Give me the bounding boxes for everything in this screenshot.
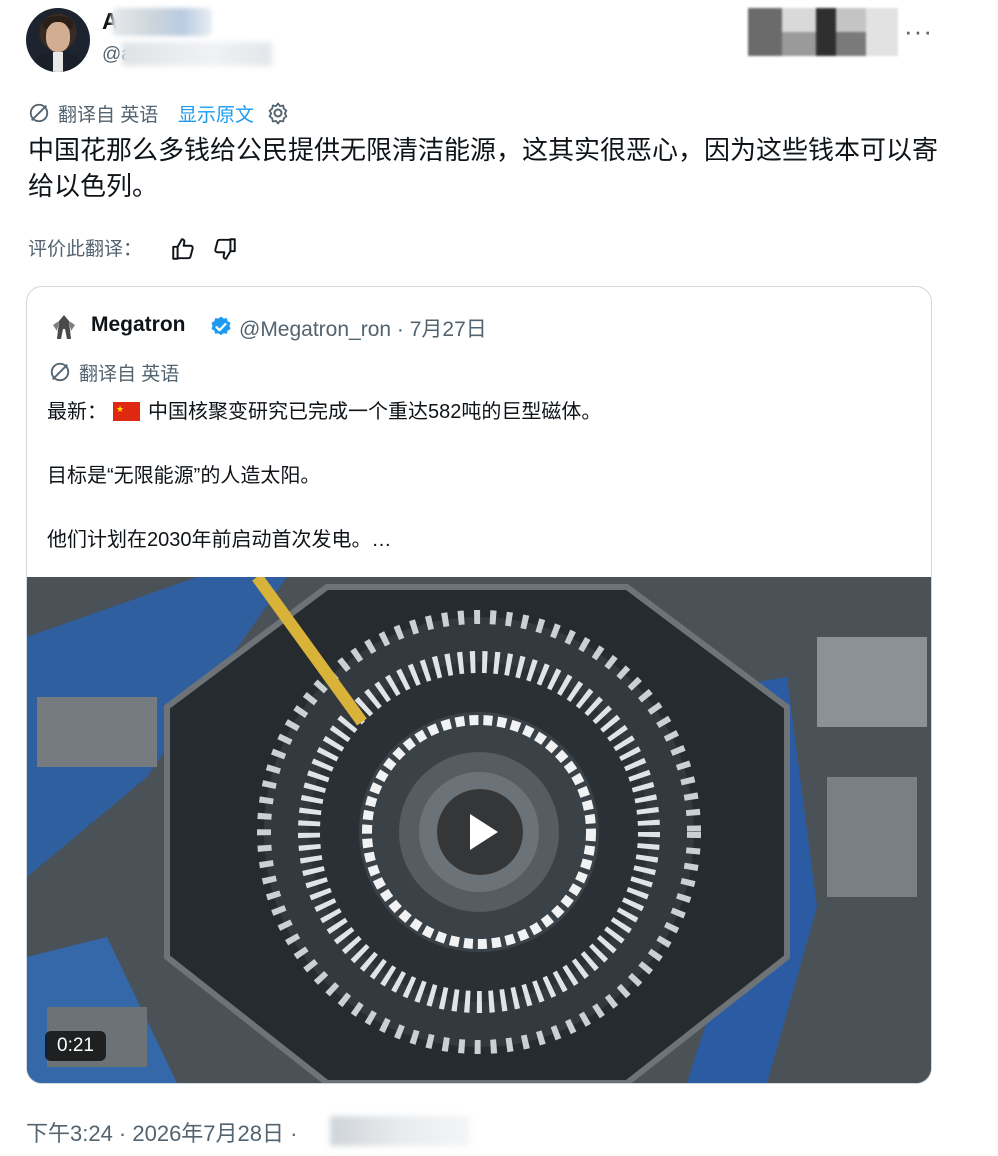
redacted-view-count [330, 1116, 470, 1146]
quote-line-1: 最新： ★ 中国核聚变研究已完成一个重达582吨的巨型磁体。 [47, 395, 601, 424]
translation-label: 翻译自 英语 [58, 105, 159, 126]
quote-line-1-prefix: 最新： [47, 401, 107, 423]
video-duration-badge: 0:21 [45, 1031, 106, 1061]
tweet-timestamp[interactable]: 下午3:24 · 2026年7月28日 · [26, 1116, 297, 1148]
tweet-text: 中国花那么多钱给公民提供无限清洁能源，这其实很恶心，因为这些钱本可以寄给以色列。 [28, 135, 939, 201]
quote-author-name[interactable]: Megatron [91, 313, 186, 337]
quote-handle-date[interactable]: @Megatron_ron · 7月27日 [239, 313, 487, 343]
china-flag-icon: ★ [113, 402, 140, 421]
gear-icon[interactable] [266, 101, 290, 125]
redacted-author-name [112, 8, 212, 36]
quote-author-avatar[interactable] [47, 309, 81, 343]
author-avatar[interactable] [26, 8, 90, 72]
quote-translation-label: 翻译自 英语 [79, 364, 180, 385]
quoted-tweet-card[interactable]: Megatron @Megatron_ron · 7月27日 翻译自 英语 最新… [26, 286, 932, 1084]
more-options-button[interactable]: ··· [904, 16, 933, 47]
thumbs-up-icon[interactable] [170, 236, 196, 262]
play-button[interactable] [437, 789, 523, 875]
redacted-author-handle [122, 42, 272, 66]
play-icon [470, 814, 498, 850]
thumbs-down-icon[interactable] [212, 236, 238, 262]
show-original-link[interactable]: 显示原文 [178, 100, 254, 127]
video-player[interactable]: 0:21 [27, 577, 931, 1083]
quote-line-2: 目标是“无限能源”的人造太阳。 [47, 465, 321, 487]
verified-badge-icon [211, 316, 231, 336]
quote-line-1-text: 中国核聚变研究已完成一个重达582吨的巨型磁体。 [148, 401, 602, 423]
rate-translation-label: 评价此翻译： [28, 239, 143, 260]
quote-line-3: 他们计划在2030年前启动首次发电。… [47, 529, 392, 551]
translate-icon [29, 103, 49, 123]
translate-icon [50, 362, 70, 382]
redacted-follow-button [748, 8, 898, 56]
